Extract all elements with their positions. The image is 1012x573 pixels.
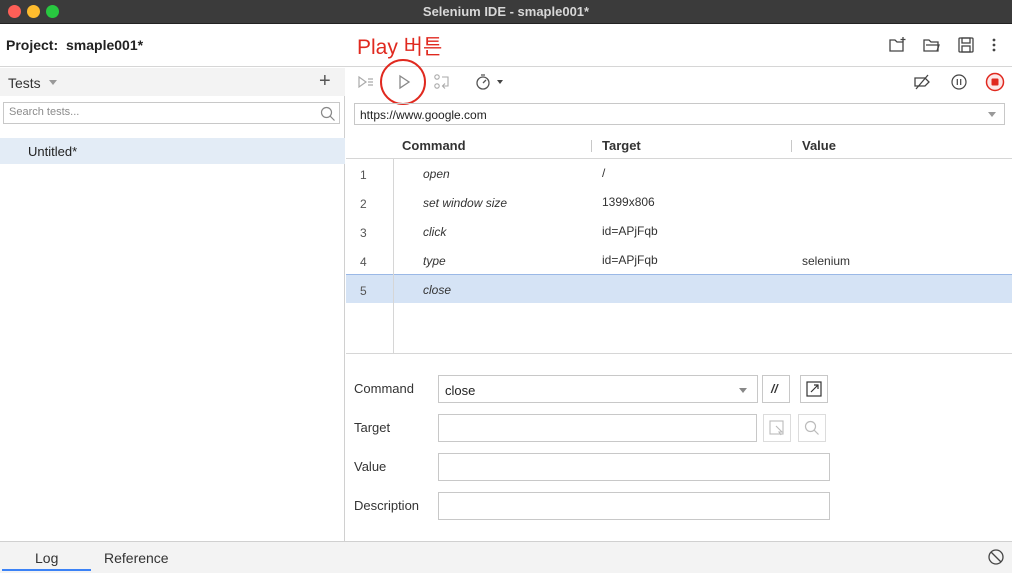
- test-execution-speed-icon[interactable]: [474, 72, 494, 92]
- window-title: Selenium IDE - smaple001*: [422, 4, 590, 19]
- play-button-highlight-circle: [380, 59, 426, 105]
- column-separator: [791, 140, 792, 152]
- tab-log[interactable]: Log: [35, 550, 58, 566]
- clear-log-icon[interactable]: [986, 547, 1006, 567]
- row-command: open: [423, 167, 450, 181]
- disable-breakpoints-icon[interactable]: [912, 72, 932, 92]
- value-label: Value: [354, 459, 387, 474]
- description-input[interactable]: [438, 492, 830, 520]
- pause-on-exceptions-icon[interactable]: [949, 72, 969, 92]
- tab-reference[interactable]: Reference: [104, 550, 169, 566]
- search-tests-input[interactable]: [9, 106, 309, 118]
- open-folder-icon[interactable]: [922, 35, 942, 55]
- table-row-selected[interactable]: 5 close: [346, 274, 1012, 303]
- comment-button-label: //: [771, 382, 778, 396]
- row-index: 4: [360, 255, 367, 269]
- commands-table: Command Target Value 1 open / 2 set wind…: [346, 131, 1012, 353]
- row-index: 1: [360, 168, 367, 182]
- active-tab-indicator: [2, 569, 91, 571]
- command-label: Command: [354, 381, 414, 396]
- row-target: /: [602, 166, 606, 180]
- search-tests-box: [3, 102, 340, 124]
- column-separator: [591, 140, 592, 152]
- chevron-down-icon[interactable]: [494, 72, 514, 92]
- bottom-panel-tabs: Log Reference: [0, 541, 1012, 573]
- base-url-value: https://www.google.com: [360, 108, 487, 122]
- project-label: Project:: [6, 37, 59, 53]
- table-row[interactable]: 4 type id=APjFqb selenium: [346, 246, 1012, 275]
- test-item-label: Untitled*: [28, 144, 78, 159]
- chevron-down-icon[interactable]: [739, 388, 747, 393]
- row-command: close: [423, 283, 452, 297]
- row-target: id=APjFqb: [602, 253, 658, 267]
- add-test-button[interactable]: +: [319, 70, 331, 93]
- column-header-target: Target: [602, 138, 641, 153]
- command-editor: Command close // Target Value Descriptio…: [346, 354, 1012, 541]
- description-label: Description: [354, 498, 420, 513]
- window-titlebar: Selenium IDE - smaple001*: [0, 0, 1012, 24]
- select-target-button[interactable]: [763, 414, 791, 442]
- row-command: set window size: [423, 196, 508, 210]
- open-reference-button[interactable]: [800, 375, 828, 403]
- row-target: id=APjFqb: [602, 224, 658, 238]
- column-header-command: Command: [402, 138, 466, 153]
- find-target-button[interactable]: [798, 414, 826, 442]
- test-list-item[interactable]: Untitled*: [0, 138, 345, 164]
- column-header-value: Value: [802, 138, 836, 153]
- comment-button[interactable]: //: [762, 375, 790, 403]
- tests-panel: Tests + Untitled*: [0, 68, 345, 541]
- chevron-down-icon[interactable]: [49, 80, 57, 85]
- chevron-down-icon[interactable]: [988, 112, 996, 117]
- command-value: close: [445, 383, 476, 398]
- row-target: 1399x806: [602, 195, 655, 209]
- table-row[interactable]: 3 click id=APjFqb: [346, 217, 1012, 246]
- row-index: 2: [360, 197, 367, 211]
- row-index: 5: [360, 284, 367, 298]
- search-icon: [320, 106, 335, 121]
- save-icon[interactable]: [956, 35, 976, 55]
- record-stop-icon[interactable]: [985, 72, 1005, 92]
- tests-dropdown[interactable]: Tests: [8, 75, 41, 91]
- row-command: type: [423, 254, 446, 268]
- value-input[interactable]: [438, 453, 830, 481]
- play-button-annotation: Play 버튼: [357, 36, 443, 59]
- playback-toolbar: [346, 68, 1012, 96]
- row-index: 3: [360, 226, 367, 240]
- step-over-icon[interactable]: [432, 72, 452, 92]
- base-url-select[interactable]: https://www.google.com: [354, 103, 1005, 125]
- open-external-icon: [806, 381, 822, 397]
- table-row[interactable]: 1 open /: [346, 159, 1012, 188]
- project-name[interactable]: smaple001*: [66, 37, 143, 53]
- select-target-icon: [769, 420, 784, 436]
- more-options-icon[interactable]: [984, 35, 1004, 55]
- command-select[interactable]: close: [438, 375, 758, 403]
- row-command: click: [423, 225, 447, 239]
- new-folder-icon[interactable]: [888, 35, 908, 55]
- run-all-tests-icon[interactable]: [356, 72, 376, 92]
- tests-header: Tests +: [0, 68, 345, 96]
- row-value: selenium: [802, 254, 851, 268]
- search-icon: [804, 420, 819, 435]
- target-label: Target: [354, 420, 391, 435]
- index-column-divider: [393, 159, 394, 353]
- target-input[interactable]: [438, 414, 757, 442]
- table-row[interactable]: 2 set window size 1399x806: [346, 188, 1012, 217]
- project-header: Project: smaple001* Play 버튼: [0, 24, 1012, 67]
